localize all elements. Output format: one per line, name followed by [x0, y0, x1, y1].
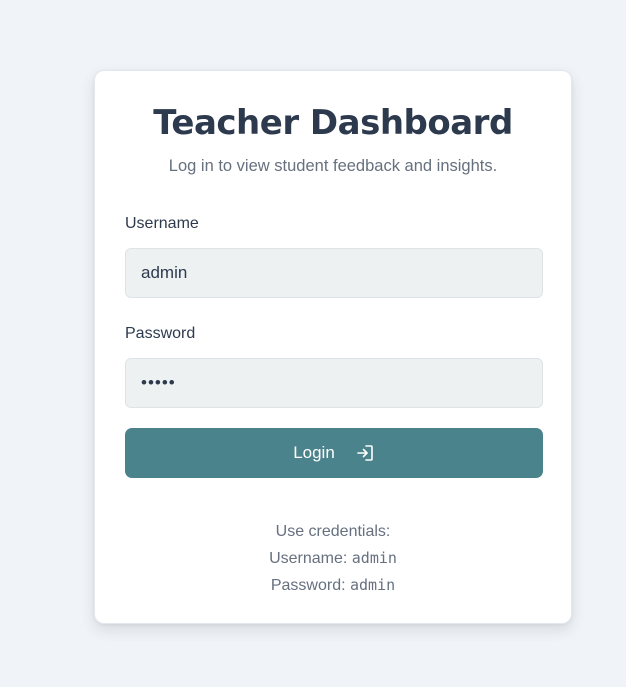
credentials-username-value: admin [351, 549, 397, 567]
login-button-label: Login [293, 443, 335, 462]
credentials-username-line: Username: admin [95, 545, 571, 572]
password-input[interactable] [125, 358, 543, 408]
username-input[interactable] [125, 248, 543, 298]
credentials-password-value: admin [350, 576, 396, 594]
login-arrow-icon [355, 443, 375, 463]
page-title: Teacher Dashboard [153, 103, 513, 143]
credentials-username-prefix: Username: [269, 550, 348, 567]
login-button[interactable]: Login [125, 428, 543, 478]
password-label: Password [125, 325, 196, 342]
page-subtitle: Log in to view student feedback and insi… [168, 157, 498, 175]
credentials-heading: Use credentials: [275, 523, 391, 540]
login-card: Teacher Dashboard Log in to view student… [94, 70, 572, 624]
credentials-password-line: Password: admin [95, 572, 571, 599]
credentials-hint: Use credentials: Username: admin Passwor… [95, 519, 571, 599]
credentials-password-prefix: Password: [270, 577, 346, 594]
username-label: Username [125, 215, 199, 232]
